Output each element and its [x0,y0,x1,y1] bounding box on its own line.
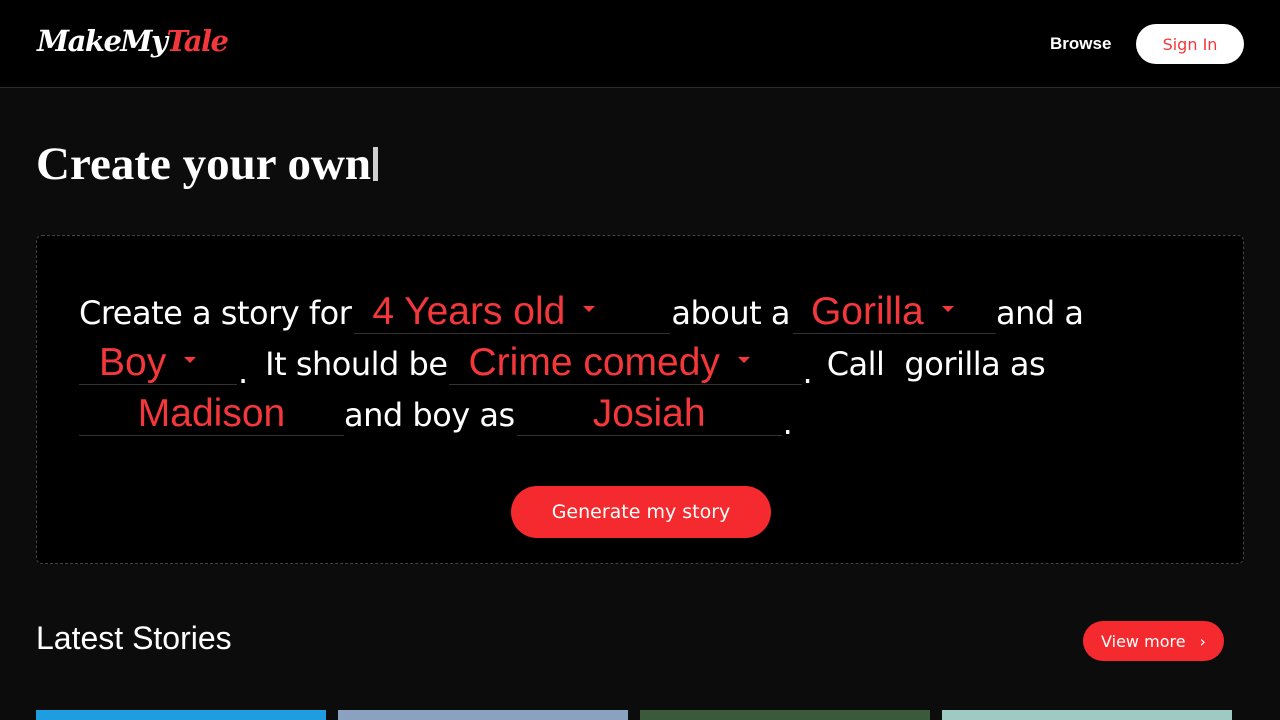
name1-input[interactable]: Madison [79,392,344,436]
character1-select[interactable]: Gorilla [792,289,996,334]
builder-text-should: It should be [265,344,448,383]
genre-select-value: Crime comedy [468,340,720,384]
chevron-down-icon [941,305,954,312]
sign-in-button[interactable]: Sign In [1136,24,1244,64]
character2-select[interactable]: Boy [79,341,237,385]
typing-caret [373,147,379,181]
latest-stories-row [36,710,1244,720]
logo-text-tale: Tale [166,24,229,58]
chevron-down-icon [737,356,750,363]
builder-text-create: Create a story for [79,293,352,332]
browse-link[interactable]: Browse [1050,34,1111,54]
generate-story-button[interactable]: Generate my story [511,486,771,538]
name1-input-value: Madison [137,391,286,435]
story-thumbnail-1[interactable] [36,710,326,720]
name2-input[interactable]: Josiah [516,391,782,436]
builder-text-call: Call [826,344,885,383]
top-header: MakeMyTale Browse Sign In [0,0,1280,88]
logo[interactable]: MakeMyTale [37,24,229,58]
builder-text-about: about a [671,293,790,332]
view-more-button[interactable]: View more › [1083,621,1224,661]
builder-period-3: . [782,403,793,442]
story-thumbnail-4[interactable] [942,710,1232,720]
story-thumbnail-3[interactable] [640,710,930,720]
builder-line-1: Create a story for 4 Years old about a G… [79,289,1084,335]
chevron-right-icon: › [1199,631,1206,651]
builder-period-1: . [238,352,249,391]
builder-line-3: Madison and boy as Josiah . [79,391,793,442]
builder-period-2: . [802,352,813,391]
character1-select-value: Gorilla [810,289,924,333]
chevron-down-icon [184,356,197,363]
builder-text-and: and a [995,293,1084,332]
view-more-label: View more [1101,631,1186,651]
page-title-text: Create your own [36,138,372,190]
builder-line-2: Boy . It should be Crime comedy . Call g… [79,340,1046,391]
story-builder-panel: Create a story for 4 Years old about a G… [36,235,1244,564]
name2-input-value: Josiah [592,391,706,435]
builder-text-gorilla-as: gorilla as [904,344,1046,383]
story-thumbnail-2[interactable] [338,710,628,720]
age-select[interactable]: 4 Years old [354,289,671,334]
builder-text-boy-as: and boy as [344,395,515,434]
page-title: Create your own [36,136,379,192]
age-select-value: 4 Years old [372,289,566,333]
logo-text-makemy: MakeMy [37,24,168,58]
latest-stories-heading: Latest Stories [36,620,232,656]
genre-select[interactable]: Crime comedy [448,340,802,385]
character2-select-value: Boy [99,340,167,384]
chevron-down-icon [583,305,596,312]
